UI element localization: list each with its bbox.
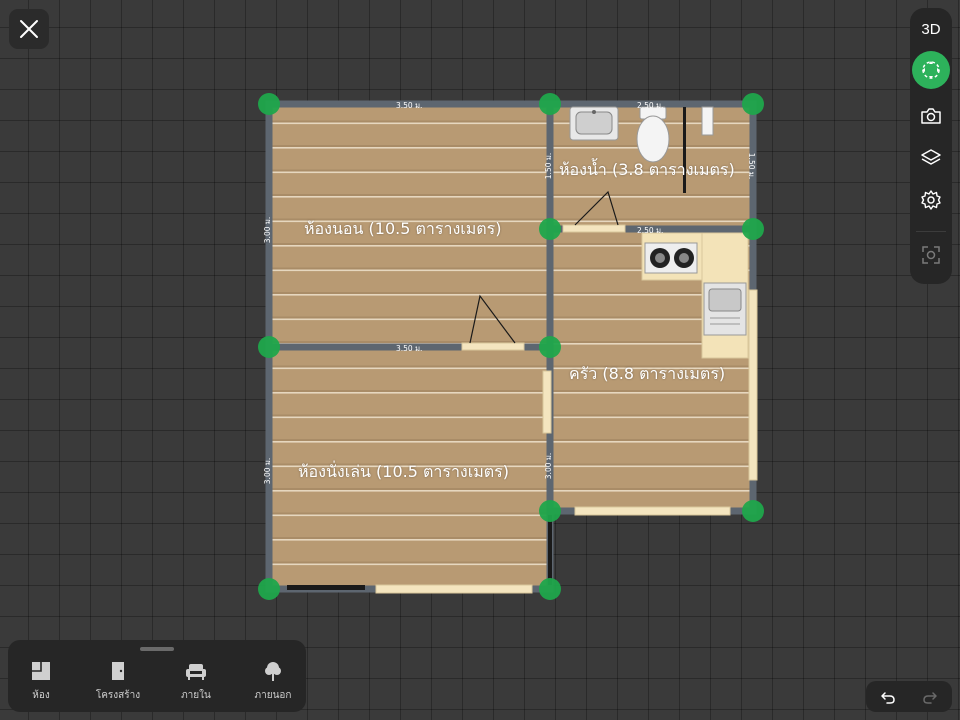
camera-button[interactable] xyxy=(910,98,952,134)
kitchen-sink[interactable] xyxy=(703,282,747,336)
screenshot-button[interactable] xyxy=(910,237,952,273)
dimension-label: 3.50 ม. xyxy=(396,101,423,110)
dimension-label: 1.50 ม. xyxy=(544,152,554,180)
tab-exterior[interactable]: ภายนอก xyxy=(237,660,309,703)
dimension-label: 3.50 ม. xyxy=(396,344,423,353)
layers-icon xyxy=(921,149,941,165)
drawer-handle[interactable] xyxy=(140,647,174,651)
wall-segment-dark-right xyxy=(548,515,552,585)
door-icon xyxy=(112,662,124,680)
room-label-kitchen[interactable]: ครัว (8.8 ตารางเมตร) xyxy=(569,362,725,387)
tab-structure[interactable]: โครงสร้าง xyxy=(82,660,154,703)
layers-button[interactable] xyxy=(910,140,952,176)
redo-icon xyxy=(923,691,937,704)
tab-room-label: ห้อง xyxy=(32,690,50,701)
wall-segment-dark xyxy=(287,585,365,590)
tab-interior[interactable]: ภายใน xyxy=(160,660,232,703)
towel-rack[interactable] xyxy=(701,106,714,136)
room-label-bathroom[interactable]: ห้องน้ำ (3.8 ตารางเมตร) xyxy=(559,158,735,183)
door-bathroom[interactable] xyxy=(562,224,626,233)
dimension-label: 3.00 ม. xyxy=(544,452,554,480)
settings-button[interactable] xyxy=(910,182,952,218)
tab-room[interactable]: ห้อง xyxy=(5,660,77,703)
move-icon xyxy=(922,61,940,79)
dimension-label: 3.00 ม. xyxy=(263,457,273,485)
toolbar-divider xyxy=(916,231,946,232)
floor-plan-canvas[interactable] xyxy=(0,0,960,720)
tab-interior-label: ภายใน xyxy=(181,690,211,701)
door-bath-bed[interactable] xyxy=(461,342,525,351)
sofa-icon xyxy=(186,664,206,680)
tab-exterior-label: ภายนอก xyxy=(254,690,292,701)
room-icon xyxy=(32,662,50,680)
stove[interactable] xyxy=(644,242,698,274)
view-3d-label: 3D xyxy=(921,20,941,38)
window-kitchen-right[interactable] xyxy=(748,289,758,481)
undo-icon xyxy=(881,691,895,704)
door-living-kitchen[interactable] xyxy=(542,370,552,434)
toilet[interactable] xyxy=(636,106,670,163)
window-bottom[interactable] xyxy=(375,584,533,594)
undo-redo-bar xyxy=(866,681,952,712)
move-button[interactable] xyxy=(910,51,952,89)
view-3d-button[interactable]: 3D xyxy=(910,11,952,47)
tree-icon xyxy=(265,662,281,681)
window-kitchen-bottom[interactable] xyxy=(574,506,731,516)
room-label-living[interactable]: ห้องนั่งเล่น (10.5 ตารางเมตร) xyxy=(298,460,509,485)
dimension-label: 2.50 ม. xyxy=(637,226,664,235)
room-label-bedroom[interactable]: ห้องนอน (10.5 ตารางเมตร) xyxy=(304,217,502,242)
dimension-label: 1.50 ม. xyxy=(747,152,757,180)
dimension-label: 3.00 ม. xyxy=(263,216,273,244)
redo-button[interactable] xyxy=(910,681,950,712)
bottom-tab-bar: ห้อง โครงสร้าง ภายใน ภายนอก xyxy=(8,640,306,712)
tab-structure-label: โครงสร้าง xyxy=(95,690,141,701)
dimension-label: 2.50 ม. xyxy=(637,101,664,110)
bathroom-sink[interactable] xyxy=(569,106,619,141)
undo-button[interactable] xyxy=(868,681,908,712)
gear-icon xyxy=(921,190,941,210)
move-active-bg xyxy=(912,51,950,89)
screenshot-icon xyxy=(922,246,940,264)
camera-icon xyxy=(921,108,941,124)
right-toolbar: 3D xyxy=(910,8,952,284)
